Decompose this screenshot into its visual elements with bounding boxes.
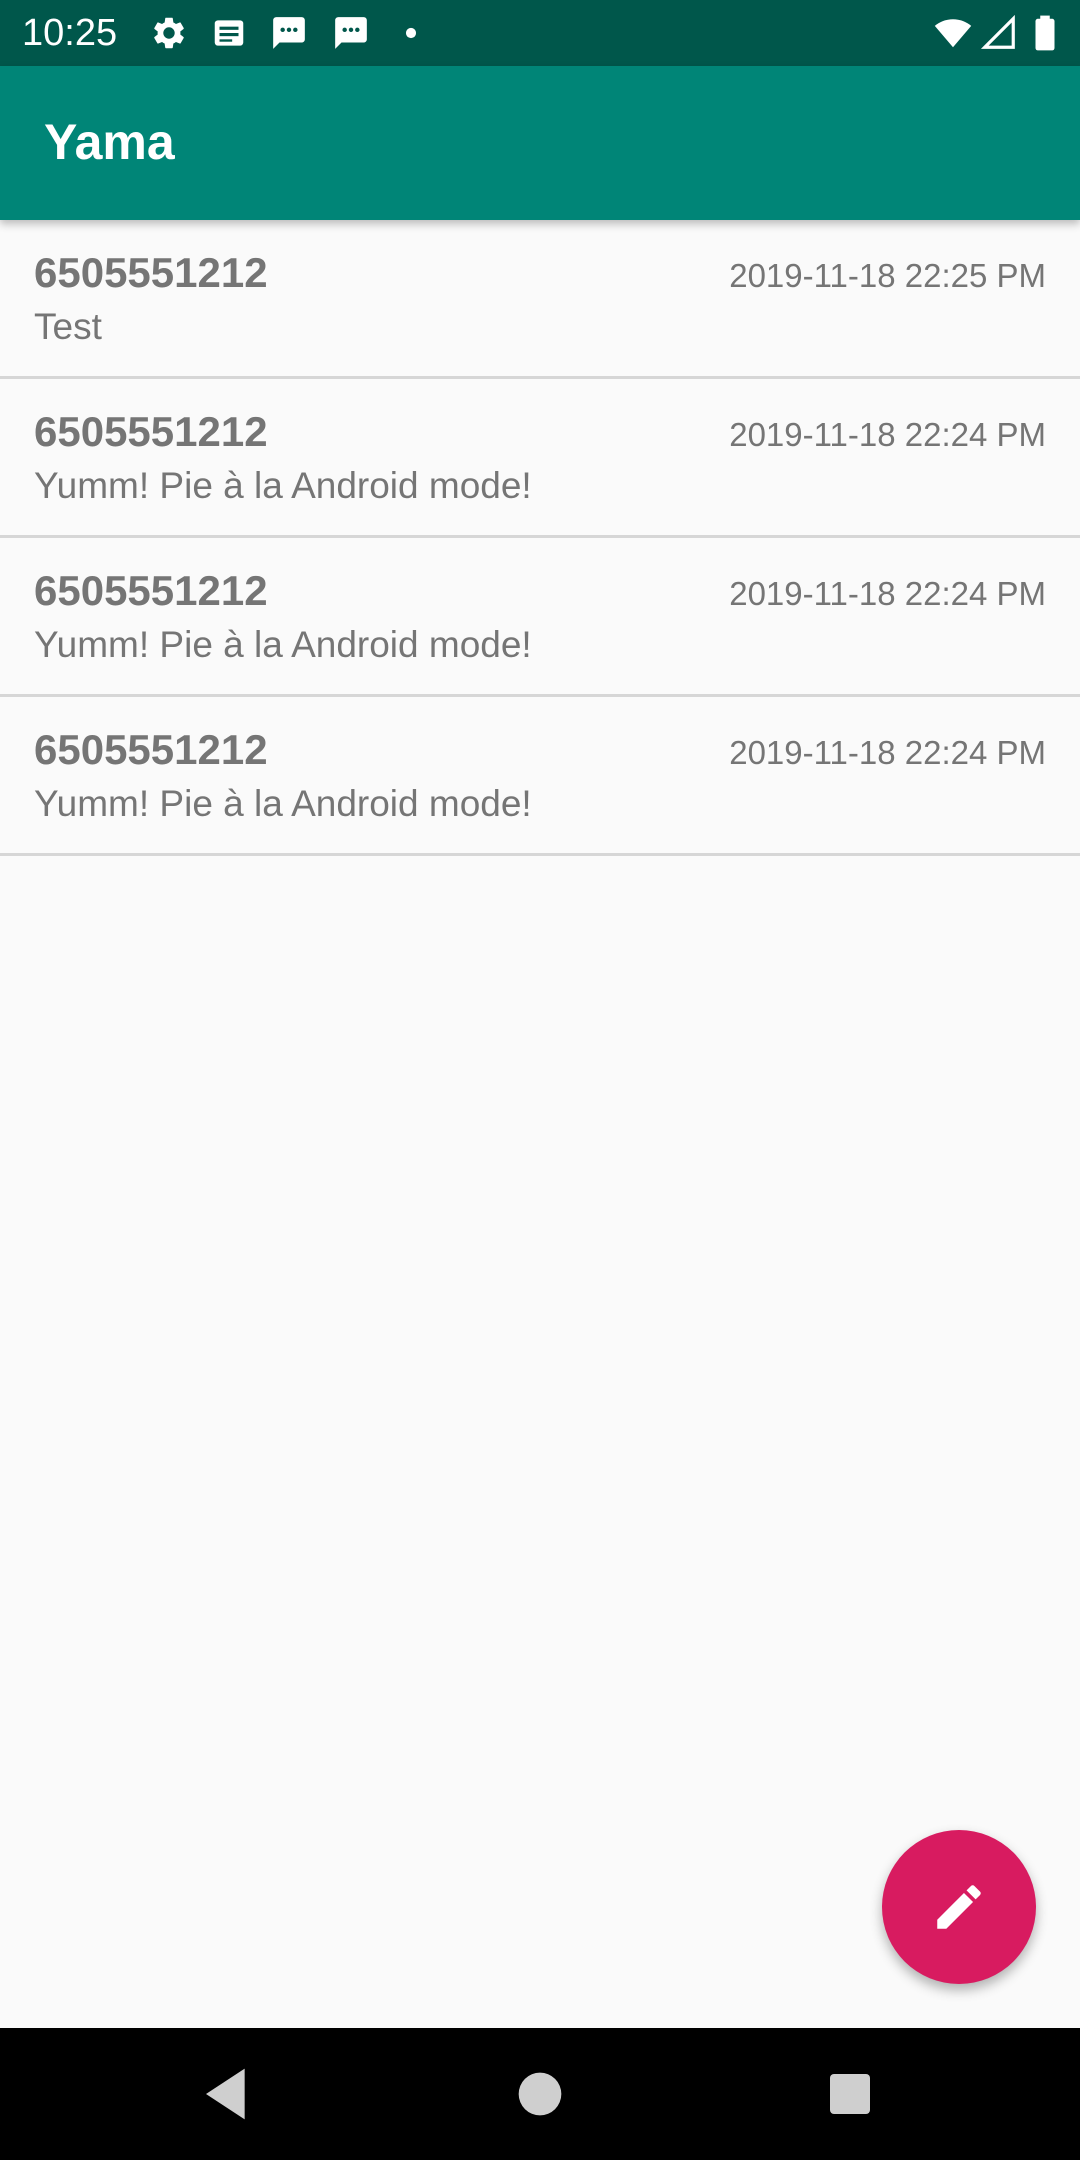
message-row[interactable]: 6505551212 2019-11-18 22:24 PM Yumm! Pie… (0, 697, 1080, 856)
status-bar: 10:25 (0, 0, 1080, 66)
signal-icon (980, 14, 1018, 52)
home-icon[interactable] (508, 2062, 572, 2126)
message-body: Yumm! Pie à la Android mode! (34, 783, 532, 824)
wifi-icon (934, 14, 972, 52)
navigation-bar (0, 2028, 1080, 2160)
message-time: 2019-11-18 22:25 PM (729, 257, 1046, 294)
message-sender: 6505551212 (34, 408, 268, 455)
message-icon (270, 14, 308, 52)
battery-icon (1030, 14, 1060, 52)
message-list: 6505551212 2019-11-18 22:25 PM Test 6505… (0, 220, 1080, 856)
message-sender: 6505551212 (34, 726, 268, 773)
recents-icon[interactable] (818, 2062, 882, 2126)
status-time: 10:25 (22, 12, 118, 54)
message-row[interactable]: 6505551212 2019-11-18 22:24 PM Yumm! Pie… (0, 538, 1080, 697)
app-bar: Yama (0, 66, 1080, 220)
back-icon[interactable] (194, 2062, 258, 2126)
settings-icon (150, 14, 188, 52)
compose-fab-button[interactable] (882, 1830, 1036, 1984)
message-body: Yumm! Pie à la Android mode! (34, 465, 532, 506)
app-title: Yama (44, 114, 175, 170)
message-body: Test (34, 306, 102, 347)
message-row[interactable]: 6505551212 2019-11-18 22:24 PM Yumm! Pie… (0, 379, 1080, 538)
message-row[interactable]: 6505551212 2019-11-18 22:25 PM Test (0, 220, 1080, 379)
pencil-icon (930, 1878, 988, 1936)
message-time: 2019-11-18 22:24 PM (729, 575, 1046, 612)
message-time: 2019-11-18 22:24 PM (729, 416, 1046, 453)
dot-icon (392, 14, 430, 52)
message-body: Yumm! Pie à la Android mode! (34, 624, 532, 665)
message-sender: 6505551212 (34, 567, 268, 614)
message-icon (332, 14, 370, 52)
message-time: 2019-11-18 22:24 PM (729, 734, 1046, 771)
news-icon (210, 14, 248, 52)
message-sender: 6505551212 (34, 249, 268, 296)
